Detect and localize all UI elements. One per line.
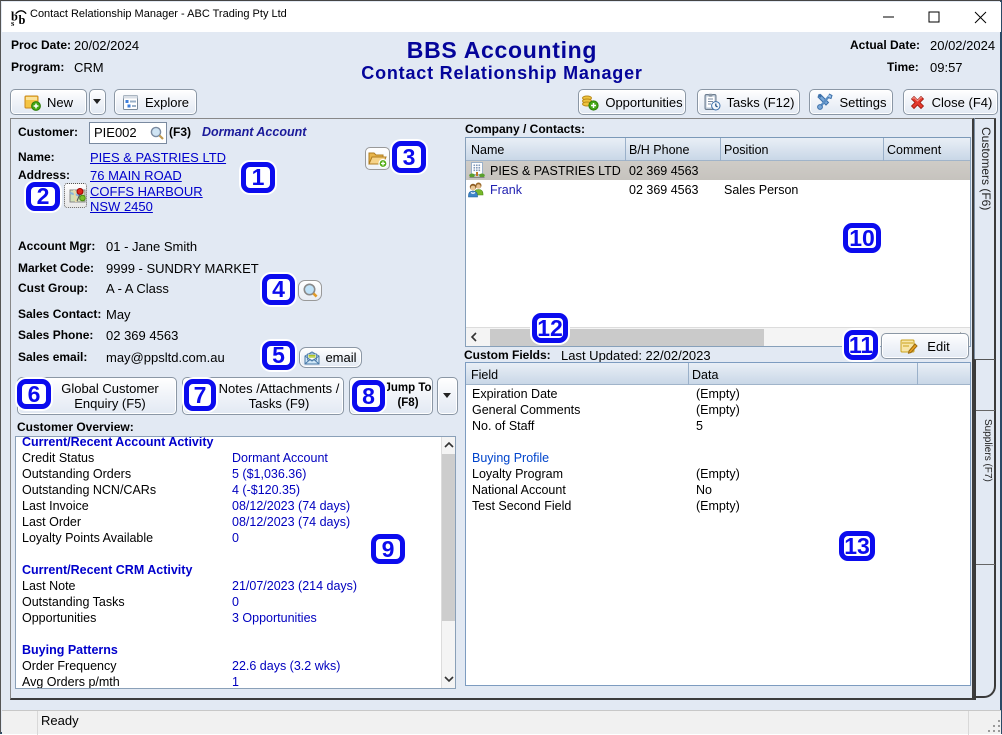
svg-text:b: b bbox=[19, 13, 26, 27]
